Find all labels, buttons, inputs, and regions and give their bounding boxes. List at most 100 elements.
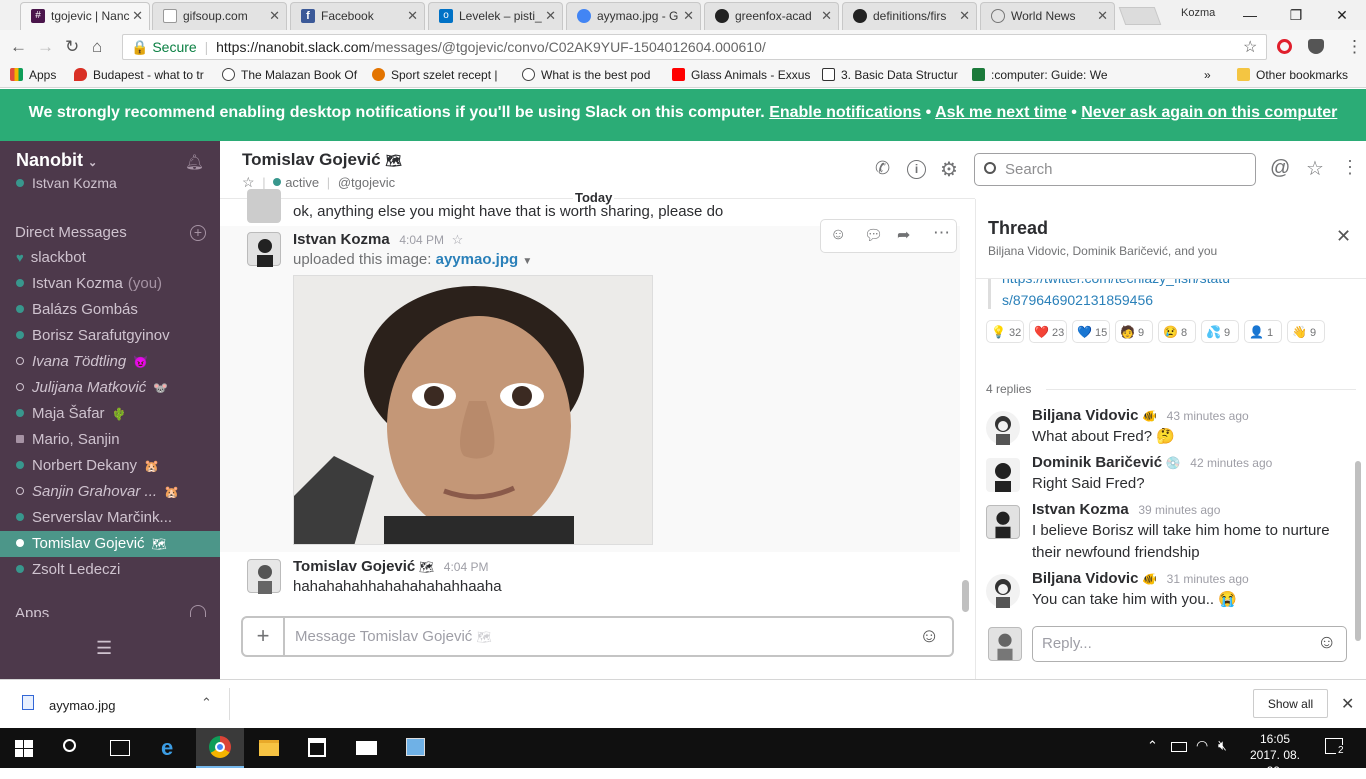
dm-header[interactable]: Direct Messages bbox=[15, 224, 127, 241]
bookmark-item[interactable]: What is the best pod bbox=[522, 68, 662, 82]
close-tab-icon[interactable]: ✕ bbox=[132, 8, 143, 24]
forward-arrow-icon[interactable]: → bbox=[37, 37, 54, 57]
reaction-pill[interactable]: 👤 1 bbox=[1244, 320, 1282, 343]
download-item[interactable]: ayymao.jpg ⌃ bbox=[12, 688, 230, 720]
close-tab-icon[interactable]: ✕ bbox=[407, 8, 418, 24]
reaction-pill[interactable]: 🧑 9 bbox=[1115, 320, 1153, 343]
close-icon[interactable]: ✕ bbox=[1336, 226, 1351, 247]
current-user[interactable]: Istvan Kozma bbox=[16, 175, 117, 191]
reply-timestamp[interactable]: 42 minutes ago bbox=[1190, 456, 1272, 470]
avatar[interactable] bbox=[986, 505, 1020, 539]
apps-header[interactable]: Apps bbox=[15, 605, 49, 617]
emoji-picker-icon[interactable]: ☺ bbox=[919, 625, 939, 648]
other-bookmarks[interactable]: Other bookmarks bbox=[1237, 68, 1348, 82]
bookmark-item[interactable]: Apps bbox=[10, 68, 70, 82]
task-view-icon[interactable] bbox=[110, 740, 130, 756]
browser-tab[interactable]: definitions/firs ✕ bbox=[842, 2, 977, 30]
wifi-icon[interactable]: ◠ bbox=[1196, 737, 1208, 754]
show-all-button[interactable]: Show all bbox=[1253, 689, 1328, 718]
pocket-extension-icon[interactable] bbox=[1308, 39, 1324, 54]
uploaded-image[interactable] bbox=[293, 275, 653, 545]
bookmark-item[interactable]: The Malazan Book Of bbox=[222, 68, 362, 82]
reply-input[interactable]: Reply... ☺ bbox=[1032, 626, 1347, 662]
browser-tab[interactable]: # tgojevic | Nanc ✕ bbox=[20, 2, 150, 30]
store-icon[interactable] bbox=[308, 738, 326, 757]
clock[interactable]: 16:05 2017. 08. 29. bbox=[1240, 731, 1310, 779]
reply-timestamp[interactable]: 39 minutes ago bbox=[1138, 503, 1220, 517]
reply-author[interactable]: Biljana Vidovic bbox=[1032, 570, 1138, 587]
messages-scrollbar[interactable] bbox=[962, 580, 969, 612]
file-explorer-icon[interactable] bbox=[259, 740, 279, 756]
restore-icon[interactable]: ❐ bbox=[1273, 0, 1319, 30]
ask-later-link[interactable]: Ask me next time bbox=[935, 104, 1067, 121]
phone-icon[interactable]: ✆ bbox=[875, 158, 890, 179]
sidebar-item-dm[interactable]: Norbert Dekany 🐹 bbox=[0, 453, 220, 479]
battery-icon[interactable] bbox=[1171, 742, 1187, 752]
browser-tab[interactable]: o Levelek – pisti_ ✕ bbox=[428, 2, 563, 30]
bookmark-item[interactable]: Glass Animals - Exxus bbox=[672, 68, 812, 82]
channel-title[interactable]: Tomislav Gojević 🗺 bbox=[242, 150, 402, 170]
bookmark-item[interactable]: Budapest - what to tr bbox=[74, 68, 212, 82]
info-icon[interactable]: i bbox=[907, 160, 926, 179]
bookmark-star-icon[interactable]: ☆ bbox=[1243, 37, 1257, 57]
star-icon[interactable]: ☆ bbox=[242, 174, 255, 190]
edge-icon[interactable]: e bbox=[161, 735, 173, 761]
file-link[interactable]: ayymao.jpg bbox=[436, 251, 519, 268]
windows-start-icon[interactable] bbox=[15, 740, 33, 757]
home-icon[interactable]: ⌂ bbox=[92, 37, 102, 57]
reply-timestamp[interactable]: 31 minutes ago bbox=[1167, 572, 1249, 586]
starred-items-icon[interactable]: ☆ bbox=[1306, 156, 1324, 181]
tray-chevron-up-icon[interactable]: ⌃ bbox=[1147, 738, 1158, 754]
more-vertical-icon[interactable]: ⋮ bbox=[1341, 157, 1359, 178]
team-name[interactable]: Nanobit ⌄ bbox=[16, 150, 97, 171]
reload-icon[interactable]: ↻ bbox=[65, 37, 79, 57]
bell-icon[interactable]: 🔔︎ bbox=[185, 153, 204, 171]
sidebar-item-dm[interactable]: Sanjin Grahovar ... 🐹 bbox=[0, 479, 220, 505]
mail-icon[interactable] bbox=[356, 741, 377, 755]
message-author[interactable]: Istvan Kozma bbox=[293, 231, 390, 248]
attach-file-button[interactable]: + bbox=[243, 618, 285, 655]
add-dm-icon[interactable]: + bbox=[190, 225, 206, 241]
quick-switcher-icon[interactable]: ☰︎ bbox=[96, 638, 112, 659]
browser-tab[interactable]: gifsoup.com ✕ bbox=[152, 2, 287, 30]
url-bar[interactable]: 🔒 Secure | https://nanobit.slack.com/mes… bbox=[122, 34, 1267, 60]
search-input[interactable]: Search bbox=[974, 153, 1256, 186]
share-icon[interactable]: ➦ bbox=[897, 225, 910, 245]
close-tab-icon[interactable]: ✕ bbox=[1097, 8, 1108, 24]
message-author[interactable]: Tomislav Gojević bbox=[293, 558, 415, 575]
back-arrow-icon[interactable]: ← bbox=[10, 37, 27, 57]
avatar[interactable] bbox=[247, 189, 281, 223]
sidebar-item-dm[interactable]: Tomislav Gojević 🗺 bbox=[0, 531, 220, 557]
star-icon[interactable]: ☆ bbox=[452, 232, 464, 247]
add-reaction-icon[interactable]: ☺ bbox=[830, 226, 846, 244]
sidebar-item-dm[interactable]: Julijana Matković 🐭 bbox=[0, 375, 220, 401]
browser-tab[interactable]: greenfox-acad ✕ bbox=[704, 2, 839, 30]
avatar[interactable] bbox=[986, 411, 1020, 445]
message-timestamp[interactable]: 4:04 PM bbox=[399, 233, 444, 247]
thread-scrollbar[interactable] bbox=[1355, 461, 1361, 641]
bookmark-item[interactable]: :computer: Guide: We bbox=[972, 68, 1112, 82]
sidebar-item-dm[interactable]: Istvan Kozma (you) bbox=[0, 271, 220, 297]
add-app-icon[interactable] bbox=[190, 605, 206, 617]
browser-tab[interactable]: f Facebook ✕ bbox=[290, 2, 425, 30]
close-icon[interactable]: ✕ bbox=[1341, 694, 1354, 714]
tweet-link[interactable]: https://twitter.com/techlazy_fish/statu … bbox=[1002, 279, 1230, 311]
never-ask-link[interactable]: Never ask again on this computer bbox=[1081, 104, 1337, 121]
close-window-icon[interactable]: ✕ bbox=[1319, 0, 1365, 30]
avatar[interactable] bbox=[247, 559, 281, 594]
paint-icon[interactable] bbox=[406, 738, 425, 756]
browser-tab[interactable]: ayymao.jpg - G ✕ bbox=[566, 2, 701, 30]
reaction-pill[interactable]: 👋 9 bbox=[1287, 320, 1325, 343]
close-tab-icon[interactable]: ✕ bbox=[545, 8, 556, 24]
caret-down-icon[interactable]: ▼ bbox=[522, 256, 532, 267]
mentions-icon[interactable]: @ bbox=[1270, 157, 1290, 180]
reaction-pill[interactable]: 😢 8 bbox=[1158, 320, 1196, 343]
reply-timestamp[interactable]: 43 minutes ago bbox=[1167, 409, 1249, 423]
avatar[interactable] bbox=[247, 232, 281, 267]
more-actions-icon[interactable]: ⋯ bbox=[933, 223, 950, 243]
chrome-taskbar-icon[interactable] bbox=[196, 728, 244, 768]
profile-name[interactable]: Kozma bbox=[1181, 7, 1215, 19]
reaction-pill[interactable]: 💦 9 bbox=[1201, 320, 1239, 343]
gear-icon[interactable]: ⚙ bbox=[940, 157, 958, 182]
sidebar-item-dm[interactable]: Balázs Gombás bbox=[0, 297, 220, 323]
